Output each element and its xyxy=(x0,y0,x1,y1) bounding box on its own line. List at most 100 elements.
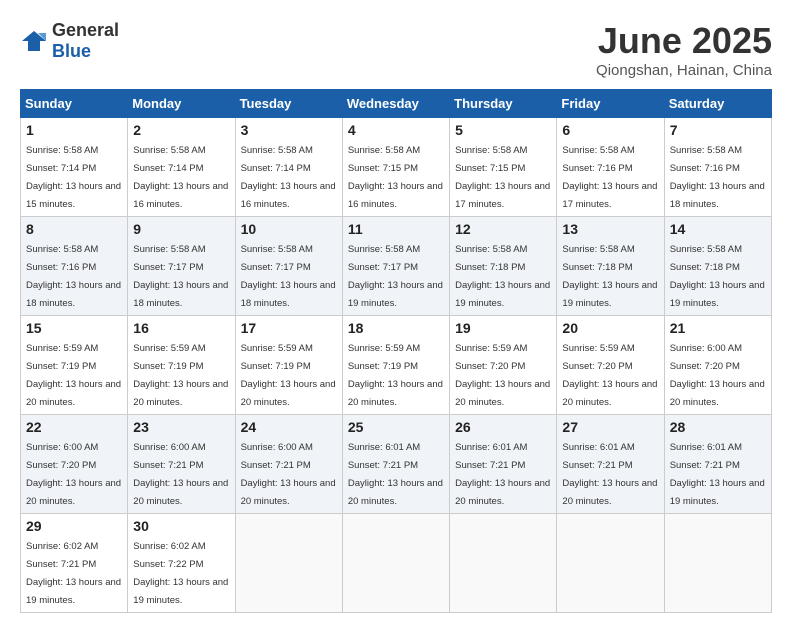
day-detail: Sunrise: 5:58 AMSunset: 7:16 PMDaylight:… xyxy=(26,244,121,309)
day-detail: Sunrise: 5:59 AMSunset: 7:19 PMDaylight:… xyxy=(241,343,336,408)
weekday-header-friday: Friday xyxy=(557,90,664,118)
day-detail: Sunrise: 5:59 AMSunset: 7:20 PMDaylight:… xyxy=(562,343,657,408)
calendar-cell: 19 Sunrise: 5:59 AMSunset: 7:20 PMDaylig… xyxy=(450,316,557,415)
day-number: 12 xyxy=(455,221,551,237)
day-detail: Sunrise: 5:58 AMSunset: 7:18 PMDaylight:… xyxy=(670,244,765,309)
day-number: 22 xyxy=(26,419,122,435)
day-detail: Sunrise: 5:58 AMSunset: 7:15 PMDaylight:… xyxy=(455,145,550,210)
day-detail: Sunrise: 5:58 AMSunset: 7:17 PMDaylight:… xyxy=(241,244,336,309)
day-number: 21 xyxy=(670,320,766,336)
day-number: 18 xyxy=(348,320,444,336)
day-number: 14 xyxy=(670,221,766,237)
calendar-cell: 30 Sunrise: 6:02 AMSunset: 7:22 PMDaylig… xyxy=(128,514,235,613)
day-detail: Sunrise: 5:58 AMSunset: 7:18 PMDaylight:… xyxy=(455,244,550,309)
day-detail: Sunrise: 6:00 AMSunset: 7:20 PMDaylight:… xyxy=(670,343,765,408)
calendar-cell xyxy=(342,514,449,613)
calendar-cell: 23 Sunrise: 6:00 AMSunset: 7:21 PMDaylig… xyxy=(128,415,235,514)
calendar-cell: 4 Sunrise: 5:58 AMSunset: 7:15 PMDayligh… xyxy=(342,118,449,217)
day-number: 15 xyxy=(26,320,122,336)
calendar-cell: 11 Sunrise: 5:58 AMSunset: 7:17 PMDaylig… xyxy=(342,217,449,316)
day-detail: Sunrise: 6:01 AMSunset: 7:21 PMDaylight:… xyxy=(455,442,550,507)
logo-text: General Blue xyxy=(52,20,119,62)
weekday-header-saturday: Saturday xyxy=(664,90,771,118)
calendar-table: SundayMondayTuesdayWednesdayThursdayFrid… xyxy=(20,89,772,613)
calendar-week-row: 8 Sunrise: 5:58 AMSunset: 7:16 PMDayligh… xyxy=(21,217,772,316)
calendar-cell xyxy=(450,514,557,613)
day-number: 10 xyxy=(241,221,337,237)
day-detail: Sunrise: 5:58 AMSunset: 7:14 PMDaylight:… xyxy=(241,145,336,210)
calendar-cell: 20 Sunrise: 5:59 AMSunset: 7:20 PMDaylig… xyxy=(557,316,664,415)
logo-general: General xyxy=(52,20,119,40)
day-detail: Sunrise: 5:58 AMSunset: 7:16 PMDaylight:… xyxy=(562,145,657,210)
day-number: 24 xyxy=(241,419,337,435)
day-detail: Sunrise: 5:58 AMSunset: 7:14 PMDaylight:… xyxy=(26,145,121,210)
calendar-cell: 3 Sunrise: 5:58 AMSunset: 7:14 PMDayligh… xyxy=(235,118,342,217)
calendar-cell xyxy=(557,514,664,613)
day-number: 27 xyxy=(562,419,658,435)
day-detail: Sunrise: 6:01 AMSunset: 7:21 PMDaylight:… xyxy=(670,442,765,507)
day-detail: Sunrise: 6:02 AMSunset: 7:21 PMDaylight:… xyxy=(26,541,121,606)
day-number: 1 xyxy=(26,122,122,138)
day-detail: Sunrise: 5:59 AMSunset: 7:19 PMDaylight:… xyxy=(133,343,228,408)
day-detail: Sunrise: 5:59 AMSunset: 7:20 PMDaylight:… xyxy=(455,343,550,408)
calendar-cell: 10 Sunrise: 5:58 AMSunset: 7:17 PMDaylig… xyxy=(235,217,342,316)
day-number: 26 xyxy=(455,419,551,435)
day-detail: Sunrise: 6:01 AMSunset: 7:21 PMDaylight:… xyxy=(562,442,657,507)
day-number: 17 xyxy=(241,320,337,336)
calendar-cell: 25 Sunrise: 6:01 AMSunset: 7:21 PMDaylig… xyxy=(342,415,449,514)
calendar-week-row: 15 Sunrise: 5:59 AMSunset: 7:19 PMDaylig… xyxy=(21,316,772,415)
day-detail: Sunrise: 5:58 AMSunset: 7:14 PMDaylight:… xyxy=(133,145,228,210)
calendar-cell: 27 Sunrise: 6:01 AMSunset: 7:21 PMDaylig… xyxy=(557,415,664,514)
calendar-cell: 5 Sunrise: 5:58 AMSunset: 7:15 PMDayligh… xyxy=(450,118,557,217)
day-number: 2 xyxy=(133,122,229,138)
day-detail: Sunrise: 5:59 AMSunset: 7:19 PMDaylight:… xyxy=(26,343,121,408)
day-number: 25 xyxy=(348,419,444,435)
day-number: 13 xyxy=(562,221,658,237)
calendar-cell: 6 Sunrise: 5:58 AMSunset: 7:16 PMDayligh… xyxy=(557,118,664,217)
day-number: 23 xyxy=(133,419,229,435)
weekday-header-row: SundayMondayTuesdayWednesdayThursdayFrid… xyxy=(21,90,772,118)
calendar-cell: 9 Sunrise: 5:58 AMSunset: 7:17 PMDayligh… xyxy=(128,217,235,316)
day-detail: Sunrise: 6:01 AMSunset: 7:21 PMDaylight:… xyxy=(348,442,443,507)
day-detail: Sunrise: 6:02 AMSunset: 7:22 PMDaylight:… xyxy=(133,541,228,606)
day-detail: Sunrise: 5:58 AMSunset: 7:16 PMDaylight:… xyxy=(670,145,765,210)
calendar-cell: 12 Sunrise: 5:58 AMSunset: 7:18 PMDaylig… xyxy=(450,217,557,316)
day-number: 9 xyxy=(133,221,229,237)
day-detail: Sunrise: 5:58 AMSunset: 7:15 PMDaylight:… xyxy=(348,145,443,210)
logo: General Blue xyxy=(20,20,119,62)
calendar-cell: 14 Sunrise: 5:58 AMSunset: 7:18 PMDaylig… xyxy=(664,217,771,316)
page-header: General Blue June 2025 Qiongshan, Hainan… xyxy=(20,20,772,79)
day-number: 30 xyxy=(133,518,229,534)
calendar-cell: 24 Sunrise: 6:00 AMSunset: 7:21 PMDaylig… xyxy=(235,415,342,514)
day-number: 11 xyxy=(348,221,444,237)
weekday-header-thursday: Thursday xyxy=(450,90,557,118)
calendar-cell: 28 Sunrise: 6:01 AMSunset: 7:21 PMDaylig… xyxy=(664,415,771,514)
day-detail: Sunrise: 6:00 AMSunset: 7:20 PMDaylight:… xyxy=(26,442,121,507)
day-number: 7 xyxy=(670,122,766,138)
calendar-week-row: 29 Sunrise: 6:02 AMSunset: 7:21 PMDaylig… xyxy=(21,514,772,613)
calendar-week-row: 22 Sunrise: 6:00 AMSunset: 7:20 PMDaylig… xyxy=(21,415,772,514)
calendar-cell: 8 Sunrise: 5:58 AMSunset: 7:16 PMDayligh… xyxy=(21,217,128,316)
calendar-cell xyxy=(664,514,771,613)
day-number: 8 xyxy=(26,221,122,237)
calendar-cell: 15 Sunrise: 5:59 AMSunset: 7:19 PMDaylig… xyxy=(21,316,128,415)
location-title: Qiongshan, Hainan, China xyxy=(596,62,772,79)
day-number: 5 xyxy=(455,122,551,138)
day-number: 20 xyxy=(562,320,658,336)
day-number: 19 xyxy=(455,320,551,336)
calendar-cell: 1 Sunrise: 5:58 AMSunset: 7:14 PMDayligh… xyxy=(21,118,128,217)
calendar-cell xyxy=(235,514,342,613)
day-number: 6 xyxy=(562,122,658,138)
calendar-cell: 22 Sunrise: 6:00 AMSunset: 7:20 PMDaylig… xyxy=(21,415,128,514)
month-title: June 2025 xyxy=(596,20,772,62)
weekday-header-wednesday: Wednesday xyxy=(342,90,449,118)
calendar-cell: 29 Sunrise: 6:02 AMSunset: 7:21 PMDaylig… xyxy=(21,514,128,613)
calendar-cell: 21 Sunrise: 6:00 AMSunset: 7:20 PMDaylig… xyxy=(664,316,771,415)
day-number: 4 xyxy=(348,122,444,138)
day-detail: Sunrise: 6:00 AMSunset: 7:21 PMDaylight:… xyxy=(241,442,336,507)
day-number: 3 xyxy=(241,122,337,138)
day-detail: Sunrise: 5:58 AMSunset: 7:17 PMDaylight:… xyxy=(348,244,443,309)
calendar-cell: 7 Sunrise: 5:58 AMSunset: 7:16 PMDayligh… xyxy=(664,118,771,217)
calendar-cell: 13 Sunrise: 5:58 AMSunset: 7:18 PMDaylig… xyxy=(557,217,664,316)
weekday-header-sunday: Sunday xyxy=(21,90,128,118)
